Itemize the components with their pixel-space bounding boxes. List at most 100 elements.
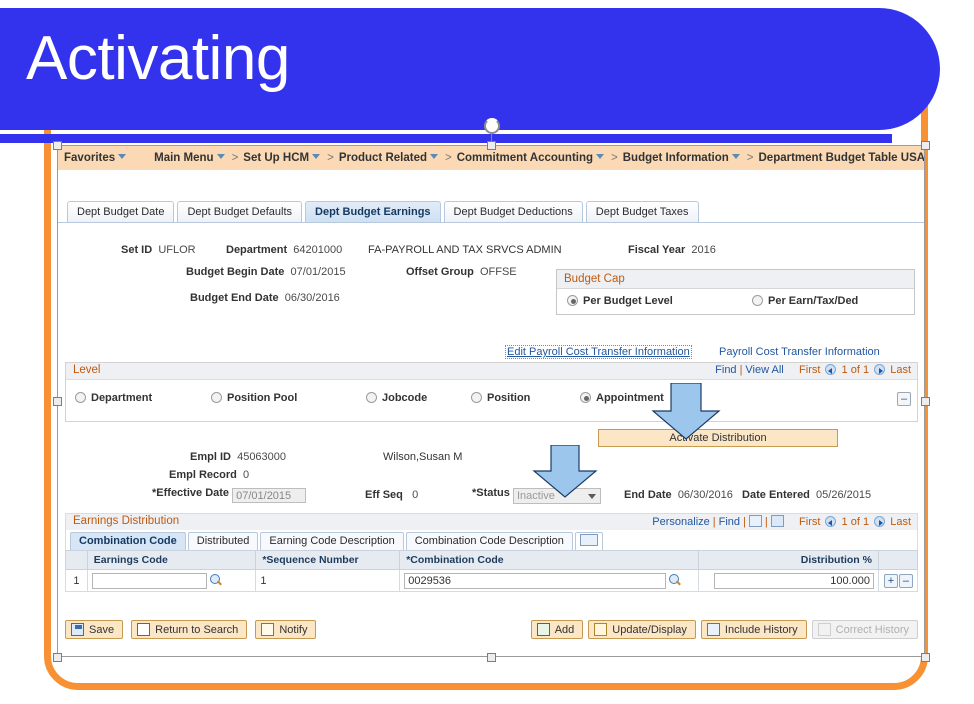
radio-icon (211, 392, 222, 403)
budget-cap-title: Budget Cap (557, 270, 914, 289)
find-link[interactable]: Find (719, 516, 740, 528)
level-last-label[interactable]: Last (890, 364, 911, 376)
effective-date-input[interactable]: 07/01/2015 (232, 488, 307, 503)
next-page-icon[interactable] (874, 516, 886, 527)
radio-per-budget-level[interactable]: Per Budget Level (567, 295, 752, 307)
radio-level-department[interactable]: Department (75, 392, 152, 404)
date-entered-label: Date Entered (742, 489, 810, 501)
selection-handle-top-right[interactable] (921, 141, 930, 150)
earnings-distribution-panel: Earnings Distribution Personalize | Find | |… (65, 513, 919, 592)
tab-dept-budget-defaults[interactable]: Dept Budget Defaults (177, 201, 303, 222)
etab-earning-code-description[interactable]: Earning Code Description (260, 532, 404, 550)
include-history-button[interactable]: Include History (700, 620, 807, 639)
selection-handle-top-center[interactable] (487, 141, 496, 150)
radio-icon (752, 295, 763, 306)
radio-level-position-pool[interactable]: Position Pool (211, 392, 297, 404)
tab-dept-budget-earnings[interactable]: Dept Budget Earnings (305, 201, 441, 222)
collapse-section-button[interactable]: – (897, 392, 911, 406)
delete-row-button[interactable]: – (898, 573, 913, 588)
selection-handle-bottom-center[interactable] (487, 653, 496, 662)
radio-icon (75, 392, 86, 403)
col-distribution-pct[interactable]: Distribution % (698, 550, 879, 570)
ed-first-label[interactable]: First (799, 516, 820, 528)
breadcrumb-item-commitment-accounting[interactable]: Commitment Accounting (457, 152, 605, 164)
distribution-pct-input[interactable]: 100.000 (713, 572, 874, 589)
breadcrumb-item-main-menu[interactable]: Main Menu (154, 152, 225, 164)
breadcrumb-item-department-budget-table-usa[interactable]: Department Budget Table USA (759, 152, 925, 164)
col-sequence-number[interactable]: *Sequence Number (255, 550, 401, 570)
tab-dept-budget-date[interactable]: Dept Budget Date (67, 201, 175, 222)
download-grid-icon[interactable] (770, 515, 784, 527)
lookup-icon[interactable] (209, 574, 222, 587)
effective-date-label: *Effective Date (152, 487, 230, 499)
previous-page-icon[interactable] (825, 364, 837, 375)
breadcrumb-separator: > (231, 152, 239, 164)
breadcrumb-separator: > (327, 152, 334, 164)
radio-icon (366, 392, 377, 403)
radio-level-jobcode[interactable]: Jobcode (366, 392, 427, 404)
cell-combination-code: 0029536 (399, 569, 700, 592)
department-label: Department (226, 244, 288, 256)
tab-dept-budget-deductions[interactable]: Dept Budget Deductions (443, 201, 583, 222)
arrow-to-activate-distribution (649, 383, 723, 441)
empl-id-value: 45063000 (237, 451, 287, 463)
breadcrumb-favorites[interactable]: Favorites (62, 152, 134, 164)
ed-counter: 1 of 1 (841, 516, 870, 528)
combination-code-input[interactable]: 0029536 (404, 572, 667, 589)
show-all-columns-icon[interactable] (574, 532, 603, 550)
ed-last-label[interactable]: Last (890, 516, 911, 528)
earnings-code-input[interactable] (91, 572, 207, 589)
add-row-button[interactable]: + (883, 573, 898, 588)
expand-window-icon[interactable] (748, 515, 762, 527)
table-row: 1 1 0029536 100.000 + – (65, 569, 919, 592)
previous-page-icon[interactable] (825, 516, 837, 527)
col-row-index (65, 550, 88, 570)
col-combination-code[interactable]: *Combination Code (399, 550, 700, 570)
notify-button[interactable]: Notify (255, 620, 317, 639)
breadcrumb-item-set-up-hcm[interactable]: Set Up HCM (243, 152, 321, 164)
save-icon (71, 623, 84, 636)
level-panel: Level Find | View All First 1 of 1 Last De… (65, 362, 918, 422)
field-empl-record: Empl Record 0 (169, 469, 249, 481)
etab-combination-code[interactable]: Combination Code (70, 532, 186, 550)
field-budget-begin-date: Budget Begin Date 07/01/2015 (186, 266, 346, 278)
edit-payroll-cost-transfer-link[interactable]: Edit Payroll Cost Transfer Information (505, 345, 692, 359)
level-title: Level (73, 364, 101, 376)
selection-handle-bottom-right[interactable] (921, 653, 930, 662)
selection-handle-middle-right[interactable] (921, 397, 930, 406)
personalize-link[interactable]: Personalize (652, 516, 709, 528)
empl-record-value: 0 (242, 469, 250, 481)
level-first-label[interactable]: First (799, 364, 820, 376)
col-row-actions (877, 550, 919, 570)
field-budget-end-date: Budget End Date 06/30/2016 (190, 292, 340, 304)
level-find-link[interactable]: Find (715, 364, 736, 376)
col-earnings-code[interactable]: Earnings Code (86, 550, 257, 570)
page-title: Activating (26, 24, 290, 93)
rotate-handle[interactable] (484, 118, 500, 134)
correct-history-button: Correct History (811, 620, 918, 639)
field-offset-group: Offset Group OFFSE (406, 266, 517, 278)
tab-dept-budget-taxes[interactable]: Dept Budget Taxes (585, 201, 699, 222)
breadcrumb-item-product-related[interactable]: Product Related (339, 152, 438, 164)
eff-seq-label: Eff Seq (365, 489, 403, 501)
etab-combination-code-description[interactable]: Combination Code Description (405, 532, 573, 550)
etab-distributed[interactable]: Distributed (187, 532, 259, 550)
level-view-all-link[interactable]: View All (745, 364, 783, 376)
next-page-icon[interactable] (874, 364, 886, 375)
return-to-search-button[interactable]: Return to Search (131, 620, 248, 639)
add-button[interactable]: Add (530, 620, 584, 639)
breadcrumb-item-budget-information[interactable]: Budget Information (623, 152, 740, 164)
grid-columns-icon (579, 534, 598, 546)
chevron-down-icon (312, 154, 321, 159)
earnings-distribution-nav: Personalize | Find | | First 1 of 1 Last (652, 515, 911, 528)
lookup-icon[interactable] (668, 574, 681, 587)
payroll-cost-transfer-link[interactable]: Payroll Cost Transfer Information (719, 346, 880, 358)
selection-handle-top-left[interactable] (53, 141, 62, 150)
selection-handle-bottom-left[interactable] (53, 653, 62, 662)
peoplesoft-screenshot[interactable]: Favorites Main Menu > Set Up HCM > Produ… (57, 145, 925, 657)
radio-level-position[interactable]: Position (471, 392, 530, 404)
radio-per-earn-tax-ded[interactable]: Per Earn/Tax/Ded (752, 295, 858, 307)
selection-handle-middle-left[interactable] (53, 397, 62, 406)
update-display-button[interactable]: Update/Display (588, 620, 696, 639)
save-button[interactable]: Save (65, 620, 124, 639)
